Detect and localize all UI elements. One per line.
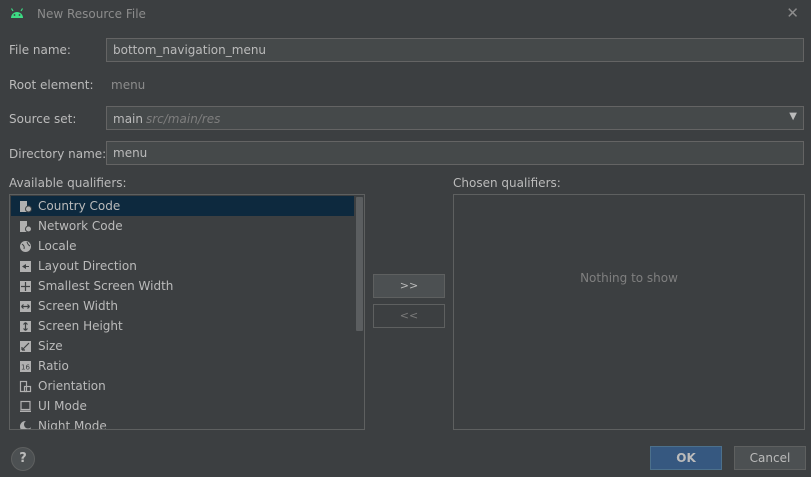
qualifier-item-screen-height[interactable]: Screen Height [11,316,354,336]
file-name-label: File name: [9,43,71,57]
qualifier-item-label: Size [38,339,63,353]
source-set-path-hint: src/main/res [145,112,221,126]
qualifier-item-network-code[interactable]: Network Code [11,216,354,236]
available-qualifiers-list[interactable]: Country Code Network Code Locale Layout … [9,194,365,430]
globe-icon [19,240,32,253]
qualifier-item-label: Locale [38,239,77,253]
cancel-button[interactable]: Cancel [734,446,806,470]
title-bar: New Resource File ✕ [0,0,811,28]
source-set-value: main [113,112,143,126]
qualifier-item-country-code[interactable]: Country Code [11,196,354,216]
qualifier-item-ratio[interactable]: 16 Ratio [11,356,354,376]
ok-button[interactable]: OK [650,446,722,470]
list-scrollbar-thumb[interactable] [356,197,363,331]
remove-qualifier-button[interactable]: << [373,304,445,328]
chosen-qualifiers-label: Chosen qualifiers: [453,176,561,190]
ui-mode-icon [19,400,32,413]
source-set-label: Source set: [9,112,77,126]
window-title: New Resource File [37,7,146,21]
add-qualifier-button[interactable]: >> [373,274,445,298]
chosen-qualifiers-list[interactable]: Nothing to show [453,194,805,430]
help-button[interactable]: ? [11,447,35,471]
source-set-dropdown[interactable]: main src/main/res ▼ [106,106,804,130]
file-name-input[interactable] [106,38,804,62]
qualifier-item-screen-width[interactable]: Screen Width [11,296,354,316]
qualifier-item-label: Orientation [38,379,106,393]
directory-name-label: Directory name: [9,147,107,161]
qualifier-item-label: Smallest Screen Width [38,279,174,293]
country-code-icon [19,200,32,213]
qualifier-item-label: Country Code [38,199,121,213]
size-icon [19,340,32,353]
ratio-icon: 16 [19,360,32,373]
qualifier-item-label: Screen Width [38,299,118,313]
qualifier-item-label: UI Mode [38,399,87,413]
qualifier-item-ui-mode[interactable]: UI Mode [11,396,354,416]
android-icon [10,8,24,18]
qualifier-item-label: Screen Height [38,319,123,333]
qualifier-item-label: Night Mode [38,419,107,430]
available-qualifiers-label: Available qualifiers: [9,176,127,190]
root-element-value: menu [111,78,146,92]
layout-direction-icon [19,260,32,273]
qualifier-item-layout-direction[interactable]: Layout Direction [11,256,354,276]
night-mode-icon [19,420,32,429]
qualifier-item-label: Network Code [38,219,123,233]
screen-height-icon [19,320,32,333]
qualifier-item-size[interactable]: Size [11,336,354,356]
smallest-screen-width-icon [19,280,32,293]
qualifier-item-label: Ratio [38,359,69,373]
qualifier-item-smallest-screen-width[interactable]: Smallest Screen Width [11,276,354,296]
network-code-icon [19,220,32,233]
svg-text:16: 16 [21,363,30,371]
qualifier-item-orientation[interactable]: Orientation [11,376,354,396]
empty-state-text: Nothing to show [580,271,678,285]
chevron-down-icon: ▼ [789,111,797,122]
qualifier-item-night-mode[interactable]: Night Mode [11,416,354,430]
close-icon[interactable]: ✕ [786,4,799,22]
screen-width-icon [19,300,32,313]
qualifier-item-label: Layout Direction [38,259,137,273]
orientation-icon [19,380,32,393]
qualifier-item-locale[interactable]: Locale [11,236,354,256]
root-element-label: Root element: [9,78,94,92]
directory-name-input[interactable] [106,141,804,165]
